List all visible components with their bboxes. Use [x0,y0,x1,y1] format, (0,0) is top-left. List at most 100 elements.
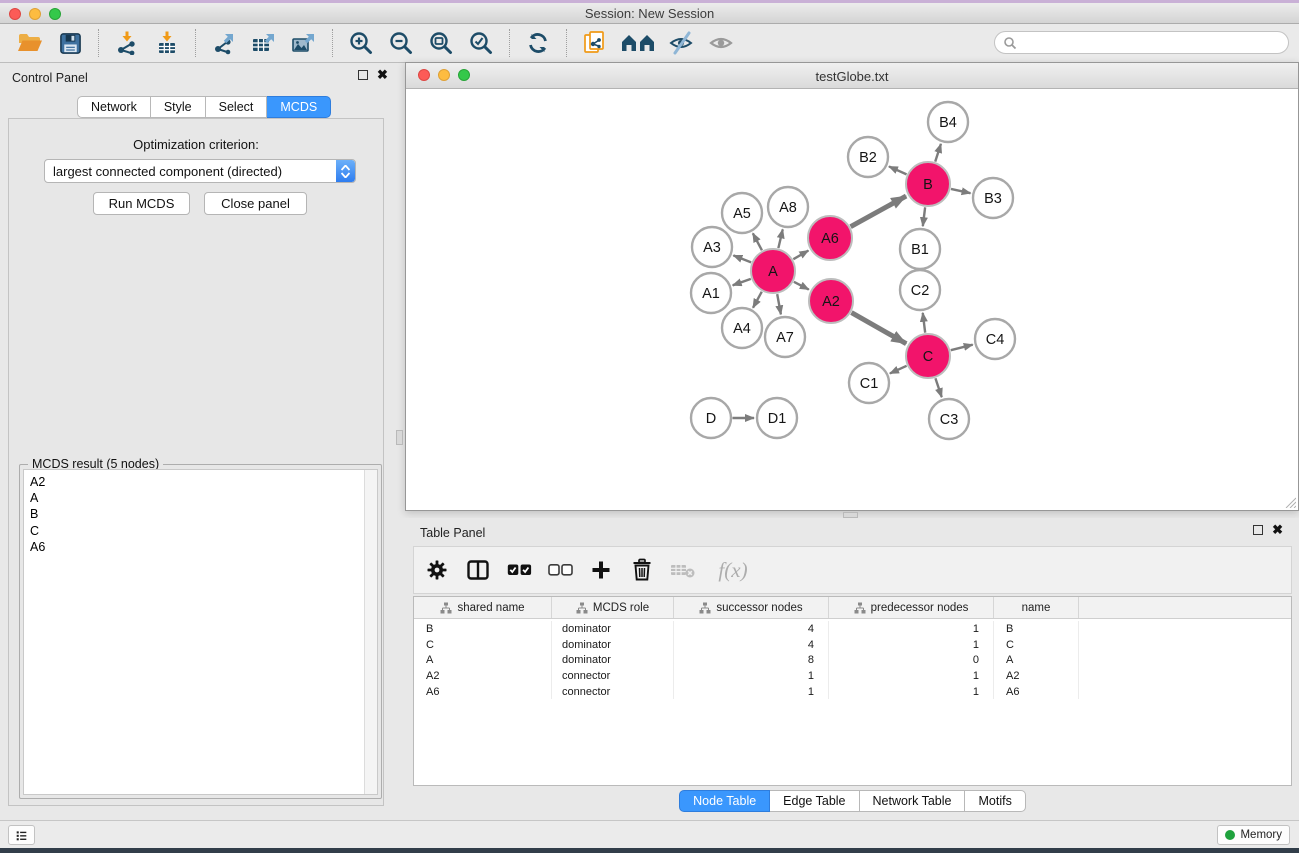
save-session-icon[interactable] [50,27,90,59]
export-network-icon[interactable] [204,27,244,59]
list-item[interactable]: A6 [30,539,364,555]
import-table-icon[interactable] [147,27,187,59]
refresh-icon[interactable] [518,27,558,59]
graph-edge[interactable] [951,345,973,351]
table-cell[interactable]: dominator [552,637,674,653]
table-cell[interactable]: A2 [994,668,1079,684]
table-cell[interactable]: 4 [674,621,829,637]
graph-edge[interactable] [851,196,907,227]
delete-column-trash-icon[interactable] [629,557,655,583]
column-header-name[interactable]: name [994,597,1079,618]
dropdown-stepper-icon[interactable] [336,160,355,182]
add-column-icon[interactable] [588,557,614,583]
export-image-icon[interactable] [284,27,324,59]
criterion-dropdown[interactable]: largest connected component (directed) [44,159,356,183]
graph-edge[interactable] [794,282,809,290]
new-network-from-selection-icon[interactable] [575,27,615,59]
search-input[interactable] [1017,36,1288,50]
graph-edge[interactable] [923,313,925,333]
table-row[interactable]: Adominator80A [414,652,1291,668]
graph-edge[interactable] [793,251,808,260]
float-panel-icon[interactable] [358,70,368,80]
table-cell[interactable]: B [414,621,552,637]
column-header-mcds-role[interactable]: MCDS role [552,597,674,618]
graph-edge[interactable] [935,144,941,162]
table-settings-gear-icon[interactable] [424,557,450,583]
close-panel-icon[interactable]: ✖ [377,70,388,80]
table-cell[interactable]: 8 [674,652,829,668]
run-mcds-button[interactable]: Run MCDS [93,192,190,215]
import-network-icon[interactable] [107,27,147,59]
zoom-out-icon[interactable] [381,27,421,59]
graph-edge[interactable] [733,279,751,285]
tab-mcds[interactable]: MCDS [267,96,331,118]
mcds-result-list[interactable]: A2 A B C A6 [23,469,378,795]
graph-edge[interactable] [923,207,925,226]
table-cell[interactable]: 1 [829,637,994,653]
graph-edge[interactable] [951,189,971,193]
graph-edge[interactable] [889,166,907,174]
close-panel-button[interactable]: Close panel [204,192,307,215]
tab-style[interactable]: Style [151,96,206,118]
resize-grip-icon[interactable] [1284,496,1296,508]
select-all-icon[interactable] [506,557,532,583]
table-cell[interactable]: A6 [414,684,552,700]
deselect-all-icon[interactable] [547,557,573,583]
graph-edge[interactable] [733,255,751,262]
table-cell[interactable]: dominator [552,621,674,637]
table-cell[interactable]: 1 [829,668,994,684]
tab-node-table[interactable]: Node Table [679,790,770,812]
hide-selected-icon[interactable] [661,27,701,59]
table-cell[interactable]: A [994,652,1079,668]
graph-edge[interactable] [851,313,906,344]
graph-edge[interactable] [753,233,762,250]
table-cell[interactable]: connector [552,684,674,700]
table-cell[interactable]: C [994,637,1079,653]
open-file-icon[interactable] [10,27,50,59]
column-header-predecessor-nodes[interactable]: predecessor nodes [829,597,994,618]
table-row[interactable]: A6connector11A6 [414,684,1291,700]
table-cell[interactable]: 1 [674,684,829,700]
zoom-fit-icon[interactable] [421,27,461,59]
split-divider-handle[interactable] [396,430,403,445]
tab-select[interactable]: Select [206,96,268,118]
list-item[interactable]: C [30,523,364,539]
float-table-panel-icon[interactable] [1253,525,1263,535]
search-field[interactable] [994,31,1289,54]
graph-edge[interactable] [778,229,782,248]
table-cell[interactable]: 0 [829,652,994,668]
table-cell[interactable]: 1 [829,684,994,700]
graph-edge[interactable] [753,292,762,308]
list-item[interactable]: B [30,506,364,522]
tab-edge-table[interactable]: Edge Table [770,790,859,812]
table-cell[interactable]: connector [552,668,674,684]
task-history-button[interactable] [8,825,35,845]
table-cell[interactable]: C [414,637,552,653]
table-row[interactable]: Cdominator41C [414,637,1291,653]
table-row[interactable]: Bdominator41B [414,621,1291,637]
list-item[interactable]: A2 [30,474,364,490]
list-scrollbar[interactable] [364,470,377,794]
table-cell[interactable]: A [414,652,552,668]
graph-edge[interactable] [935,378,941,397]
memory-button[interactable]: Memory [1217,825,1290,845]
network-canvas[interactable]: B4B2BB3A8A5A6A3B1AC2A1A2A4A7C4CC1C3DD1 [407,89,1298,510]
table-cell[interactable]: dominator [552,652,674,668]
close-table-panel-icon[interactable]: ✖ [1272,525,1283,535]
table-cell[interactable]: B [994,621,1079,637]
table-cell[interactable]: 1 [829,621,994,637]
tab-motifs[interactable]: Motifs [965,790,1025,812]
column-header-successor-nodes[interactable]: successor nodes [674,597,829,618]
graph-edge[interactable] [890,366,907,374]
zoom-in-icon[interactable] [341,27,381,59]
table-cell[interactable]: A2 [414,668,552,684]
table-cell[interactable]: 1 [674,668,829,684]
tab-network[interactable]: Network [77,96,151,118]
tab-network-table[interactable]: Network Table [860,790,966,812]
first-neighbors-icon[interactable] [615,27,661,59]
table-cell[interactable]: A6 [994,684,1079,700]
list-item[interactable]: A [30,490,364,506]
column-header-shared-name[interactable]: shared name [414,597,552,618]
export-table-icon[interactable] [244,27,284,59]
table-cell[interactable]: 4 [674,637,829,653]
